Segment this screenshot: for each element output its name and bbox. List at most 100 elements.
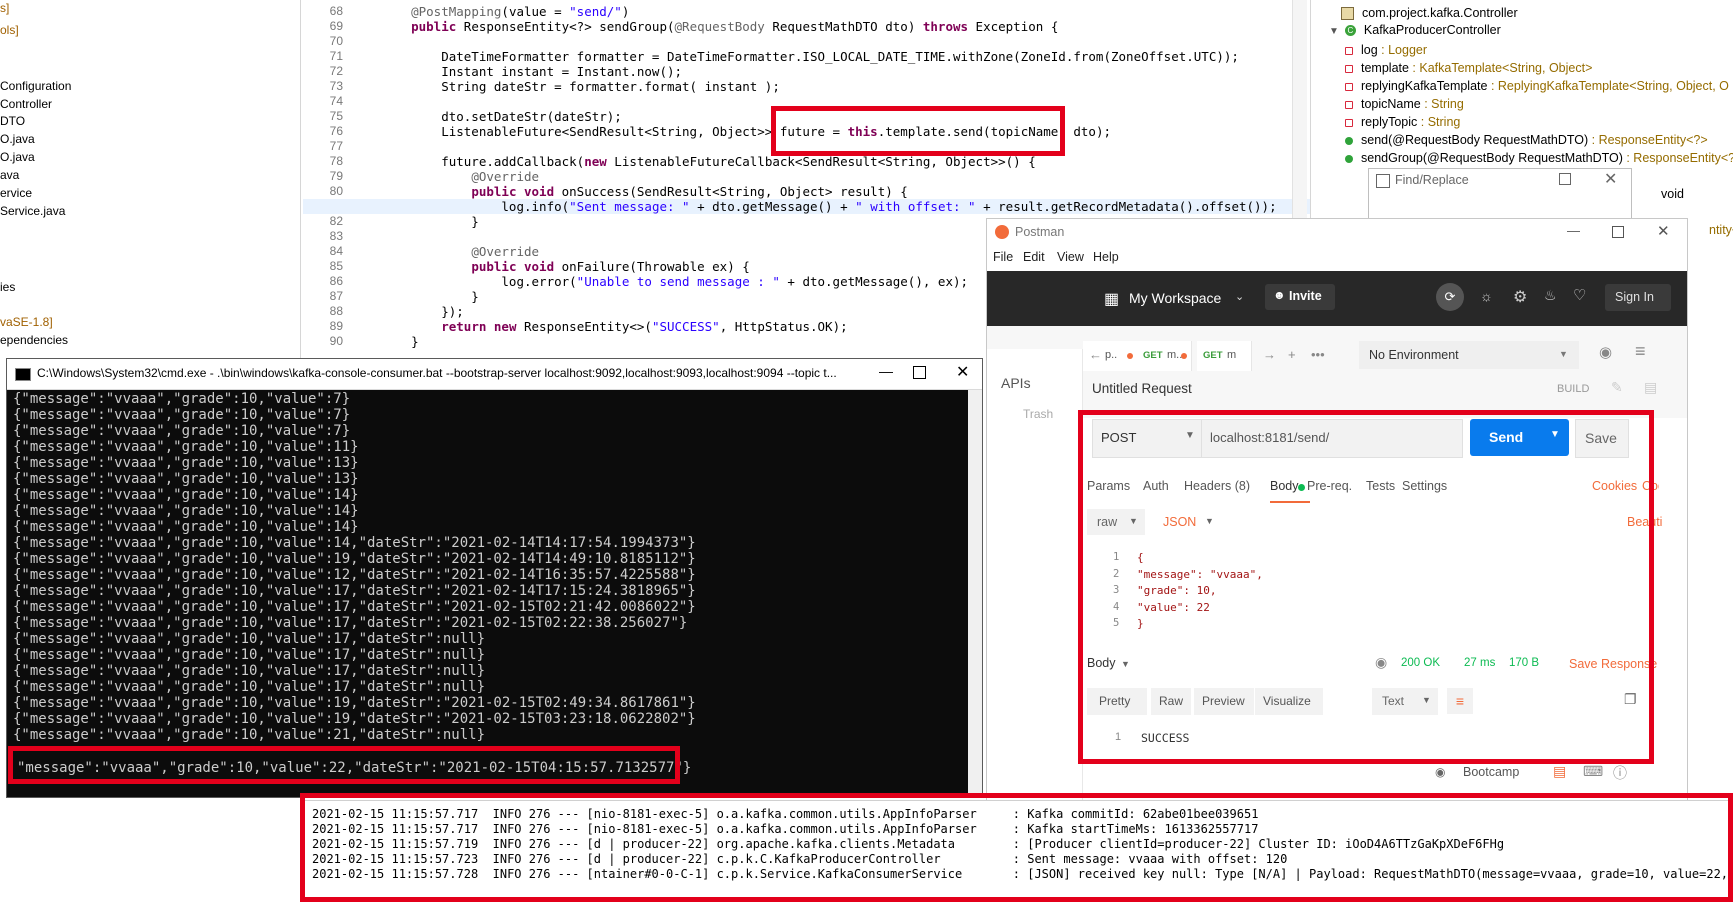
tree-item[interactable]: Service.java bbox=[0, 203, 65, 220]
cmd-scrollbar[interactable] bbox=[968, 390, 982, 797]
tree-item[interactable]: ava bbox=[0, 167, 19, 184]
bootcamp-link[interactable]: Bootcamp bbox=[1463, 765, 1519, 779]
outline-overflow-type: ntity<?> bbox=[1709, 222, 1733, 239]
outline-member[interactable]: replyTopic : String bbox=[1345, 114, 1460, 131]
outline-member[interactable]: sendGroup(@RequestBody RequestMathDTO) :… bbox=[1345, 150, 1733, 167]
more-tabs-icon[interactable]: ••• bbox=[1311, 347, 1325, 362]
tree-item[interactable]: ervice bbox=[0, 185, 32, 202]
outline-member[interactable]: send(@RequestBody RequestMathDTO) : Resp… bbox=[1345, 132, 1708, 149]
tree-item[interactable]: ies bbox=[0, 279, 15, 296]
tree-item[interactable]: ependencies bbox=[0, 332, 68, 349]
outline-member[interactable]: replyingKafkaTemplate : ReplyingKafkaTem… bbox=[1345, 78, 1729, 95]
cmd-titlebar[interactable]: C:\Windows\System32\cmd.exe - .\bin\wind… bbox=[7, 359, 982, 390]
cmd-line: {"message":"vvaaa","grade":10,"value":17… bbox=[13, 615, 688, 631]
workspace-grid-icon: ▦ bbox=[1104, 291, 1120, 308]
sign-in-button[interactable]: Sign In bbox=[1605, 284, 1671, 311]
cmd-line: {"message":"vvaaa","grade":10,"value":12… bbox=[13, 567, 696, 583]
code-line: dto.setDateStr(dateStr); bbox=[381, 109, 622, 124]
tree-item[interactable]: Controller bbox=[0, 96, 52, 113]
eye-icon[interactable]: ◉ bbox=[1599, 343, 1612, 361]
new-tab-plus-icon[interactable]: + bbox=[1288, 347, 1296, 362]
cmd-window[interactable]: C:\Windows\System32\cmd.exe - .\bin\wind… bbox=[6, 358, 983, 798]
tree-item[interactable]: DTO bbox=[0, 113, 25, 130]
member-name: sendGroup(@RequestBody RequestMathDTO) bbox=[1361, 151, 1623, 165]
outline-member[interactable]: log : Logger bbox=[1345, 42, 1427, 59]
postman-tab-strip: ← p.. GET m.. GET m → + ••• No Environment ▼ ◉ ≡ bbox=[987, 326, 1687, 418]
postman-app-name: Postman bbox=[1015, 225, 1065, 239]
settings-gear-icon[interactable]: ⚙ bbox=[1513, 287, 1527, 307]
request-tab[interactable]: GET m bbox=[1197, 341, 1252, 371]
keyboard-icon[interactable]: ⌨ bbox=[1583, 763, 1603, 780]
member-name: send(@RequestBody RequestMathDTO) bbox=[1361, 133, 1589, 147]
chevron-down-icon[interactable]: ▼ bbox=[1329, 26, 1339, 37]
maximize-icon[interactable] bbox=[1612, 226, 1624, 238]
tree-item[interactable]: vaSE-1.8] bbox=[0, 314, 53, 331]
code-line: log.error("Unable to send message : " + … bbox=[381, 274, 969, 289]
notification-bell-icon[interactable]: ♨ bbox=[1544, 287, 1557, 304]
cmd-title: C:\Windows\System32\cmd.exe - .\bin\wind… bbox=[37, 366, 837, 380]
environment-select[interactable]: No Environment ▼ bbox=[1359, 341, 1579, 369]
documentation-icon[interactable]: ▤ bbox=[1644, 379, 1657, 396]
sync-icon[interactable]: ⟳ bbox=[1436, 283, 1464, 311]
minimize-icon[interactable]: — bbox=[879, 363, 893, 379]
menu-item[interactable]: View bbox=[1057, 250, 1084, 264]
minimize-icon[interactable]: — bbox=[1567, 223, 1580, 238]
tree-item[interactable]: ols] bbox=[0, 22, 19, 39]
tree-item[interactable]: O.java bbox=[0, 131, 35, 148]
field-private-icon bbox=[1345, 46, 1353, 55]
outline-class[interactable]: ▼ C KafkaProducerController bbox=[1329, 22, 1501, 40]
cmd-line: {"message":"vvaaa","grade":10,"value":13… bbox=[13, 455, 359, 471]
line-number: 72 bbox=[329, 64, 343, 78]
tree-item[interactable]: O.java bbox=[0, 149, 35, 166]
code-line: String dateStr = formatter.format( insta… bbox=[381, 79, 780, 94]
menu-item[interactable]: Edit bbox=[1023, 250, 1045, 264]
invite-user-icon: ☻ bbox=[1273, 288, 1286, 302]
settings-sliders-icon[interactable]: ≡ bbox=[1635, 341, 1646, 362]
field-private-icon bbox=[1345, 100, 1353, 109]
cmd-line: {"message":"vvaaa","grade":10,"value":7} bbox=[13, 407, 351, 423]
request-tab[interactable]: GET m.. bbox=[1137, 341, 1192, 371]
request-name[interactable]: Untitled Request bbox=[1092, 381, 1192, 396]
cmd-line: {"message":"vvaaa","grade":10,"value":19… bbox=[13, 695, 696, 711]
tab-label: p.. bbox=[1105, 349, 1118, 361]
chevron-down-icon[interactable]: ⌄ bbox=[1235, 290, 1244, 303]
field-private-icon bbox=[1345, 82, 1353, 91]
member-name: replyTopic bbox=[1361, 115, 1418, 129]
tree-item[interactable]: Configuration bbox=[0, 78, 71, 95]
satellite-icon[interactable]: ☼ bbox=[1480, 288, 1493, 304]
invite-button[interactable]: ☻ Invite bbox=[1265, 284, 1335, 310]
outline-member[interactable]: template : KafkaTemplate<String, Object> bbox=[1345, 60, 1592, 77]
find-replace-dialog[interactable]: Find/Replace ✕ bbox=[1368, 168, 1632, 220]
arrow-right-icon[interactable]: → bbox=[1263, 347, 1276, 362]
edit-pencil-icon[interactable]: ✎ bbox=[1611, 379, 1623, 396]
cmd-line: {"message":"vvaaa","grade":10,"value":17… bbox=[13, 647, 486, 663]
member-type: : ResponseEntity<?> bbox=[1588, 133, 1708, 147]
code-line: } bbox=[381, 289, 479, 304]
close-icon[interactable]: ✕ bbox=[1604, 169, 1617, 189]
line-number: 77 bbox=[329, 139, 343, 153]
menu-item[interactable]: File bbox=[993, 250, 1013, 264]
environment-label: No Environment bbox=[1369, 348, 1459, 362]
tree-item[interactable]: s] bbox=[0, 0, 9, 17]
postman-header: ▦ My Workspace ⌄ ☻ Invite ⟳ ☼ ⚙ ♨ ♡ Sign… bbox=[987, 271, 1687, 326]
close-icon[interactable]: ✕ bbox=[1657, 222, 1670, 240]
layout-icon[interactable]: ▤ bbox=[1553, 763, 1566, 780]
cmd-line: {"message":"vvaaa","grade":10,"value":14… bbox=[13, 535, 696, 551]
field-private-icon bbox=[1345, 118, 1353, 127]
request-tab[interactable]: ← p.. bbox=[1083, 341, 1138, 371]
heart-icon[interactable]: ♡ bbox=[1573, 286, 1586, 304]
maximize-icon[interactable] bbox=[913, 366, 926, 379]
menu-item[interactable]: Help bbox=[1093, 250, 1119, 264]
close-icon[interactable]: ✕ bbox=[956, 362, 969, 382]
workspace-selector[interactable]: My Workspace bbox=[1129, 290, 1221, 306]
outline-package[interactable]: com.project.kafka.Controller bbox=[1341, 5, 1518, 22]
build-label: BUILD bbox=[1557, 383, 1590, 395]
sidebar-item[interactable]: Trash bbox=[1023, 407, 1053, 421]
sidebar-item[interactable]: APIs bbox=[1001, 375, 1031, 391]
maximize-icon[interactable] bbox=[1559, 173, 1571, 185]
bootcamp-icon: ◉ bbox=[1435, 765, 1446, 779]
help-icon[interactable]: ⓘ bbox=[1613, 763, 1627, 783]
cmd-line: {"message":"vvaaa","grade":10,"value":17… bbox=[13, 679, 486, 695]
outline-member[interactable]: topicName : String bbox=[1345, 96, 1464, 113]
postman-titlebar[interactable]: Postman — ✕ bbox=[987, 219, 1687, 247]
